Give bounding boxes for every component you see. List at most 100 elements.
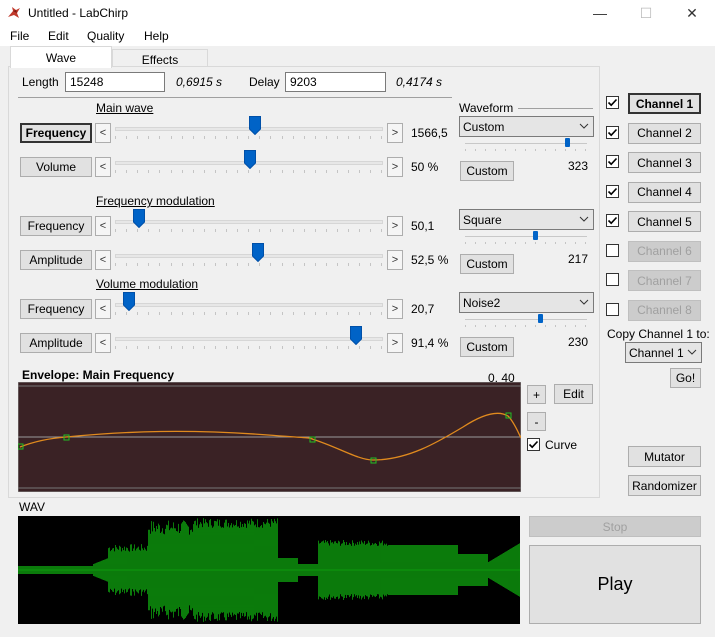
waveform-slider-thumb[interactable] (533, 231, 539, 240)
close-button[interactable]: ✕ (669, 0, 715, 26)
menu-help[interactable]: Help (144, 29, 169, 43)
slider-thumb[interactable] (251, 243, 264, 265)
channel-button-8[interactable]: Channel 8 (628, 299, 701, 321)
envelope-remove-button[interactable]: - (527, 412, 546, 431)
param-button-5[interactable]: Amplitude (20, 333, 92, 353)
slider-tick (214, 136, 216, 139)
waveform-select-2[interactable]: Noise2 (459, 292, 594, 313)
waveform-custom-button[interactable]: Custom (460, 254, 514, 274)
slider-left-arrow[interactable]: < (95, 216, 111, 236)
param-button-1[interactable]: Volume (20, 157, 92, 177)
slider-left-arrow[interactable]: < (95, 299, 111, 319)
channel-button-3[interactable]: Channel 3 (628, 152, 701, 173)
channel-checkbox-7[interactable] (606, 273, 619, 286)
slider-right-arrow[interactable]: > (387, 250, 403, 270)
slider-track[interactable] (115, 303, 383, 307)
slider-thumb[interactable] (249, 116, 262, 138)
delay-field[interactable]: 9203 (285, 72, 386, 92)
slider-thumb-icon[interactable] (251, 243, 264, 263)
param-button-4[interactable]: Frequency (20, 299, 92, 319)
channel-button-2[interactable]: Channel 2 (628, 122, 701, 144)
waveform-select-value: Noise2 (463, 295, 501, 310)
stop-button[interactable]: Stop (529, 516, 701, 537)
channel-checkbox-2[interactable] (606, 125, 619, 139)
maximize-button[interactable]: ☐ (623, 0, 669, 26)
channel-checkbox-5[interactable] (606, 214, 619, 227)
slider-thumb-icon[interactable] (122, 292, 135, 312)
slider-thumb[interactable] (349, 326, 362, 348)
slider-right-arrow[interactable]: > (387, 123, 403, 143)
slider-tick (314, 229, 316, 232)
param-button-3[interactable]: Amplitude (20, 250, 92, 270)
waveform-custom-button[interactable]: Custom (460, 337, 514, 357)
channel-button-1[interactable]: Channel 1 (628, 93, 701, 114)
slider-right-arrow[interactable]: > (387, 157, 403, 177)
go-button[interactable]: Go! (670, 368, 701, 388)
slider-right-arrow[interactable]: > (387, 216, 403, 236)
slider-track[interactable] (115, 337, 383, 341)
channel-button-4[interactable]: Channel 4 (628, 181, 701, 203)
menu-edit[interactable]: Edit (48, 29, 69, 43)
slider-left-arrow[interactable]: < (95, 333, 111, 353)
slider-tick (281, 229, 283, 232)
mutator-button[interactable]: Mutator (628, 446, 701, 467)
menu-quality[interactable]: Quality (87, 29, 124, 43)
channel-checkbox-4[interactable] (606, 184, 619, 198)
slider-value: 50,1 (411, 219, 435, 233)
wav-label: WAV (19, 500, 45, 514)
channel-checkbox-8[interactable] (606, 302, 619, 316)
waveform-slider-track[interactable] (465, 236, 587, 237)
slider-tick (203, 170, 205, 173)
waveform-slider-track[interactable] (465, 319, 587, 320)
slider-thumb-icon[interactable] (349, 326, 362, 346)
envelope-add-button[interactable]: + (527, 385, 546, 404)
slider-left-arrow[interactable]: < (95, 157, 111, 177)
slider-thumb-icon[interactable] (133, 209, 146, 229)
waveform-slider-thumb[interactable] (538, 314, 544, 323)
envelope-edit-button[interactable]: Edit (554, 384, 593, 404)
copy-channel-select[interactable]: Channel 1 (625, 342, 702, 363)
slider-thumb[interactable] (133, 209, 146, 231)
waveform-select-1[interactable]: Square (459, 209, 594, 230)
slider-tick (359, 170, 361, 173)
param-button-2[interactable]: Frequency (20, 216, 92, 236)
play-button[interactable]: Play (529, 545, 701, 624)
length-field[interactable]: 15248 (65, 72, 165, 92)
channel-button-5[interactable]: Channel 5 (628, 211, 701, 232)
menu-file[interactable]: File (10, 29, 29, 43)
slider-tick (303, 229, 305, 232)
slider-thumb-icon[interactable] (244, 150, 256, 170)
slider-tick (281, 136, 283, 139)
slider-thumb[interactable] (122, 292, 135, 314)
param-button-0[interactable]: Frequency (20, 123, 92, 143)
freq-mod-header: Frequency modulation (96, 194, 215, 208)
checkmark-icon (607, 216, 618, 225)
slider-track[interactable] (115, 220, 383, 224)
channel-checkbox-6[interactable] (606, 243, 619, 257)
channel-button-6[interactable]: Channel 6 (628, 240, 701, 262)
slider-left-arrow[interactable]: < (95, 250, 111, 270)
slider-tick (192, 263, 194, 266)
slider-tick (325, 346, 327, 349)
waveform-select-0[interactable]: Custom (459, 116, 594, 137)
slider-right-arrow[interactable]: > (387, 299, 403, 319)
randomizer-button[interactable]: Randomizer (628, 475, 701, 496)
envelope-editor[interactable] (18, 382, 521, 492)
slider-right-arrow[interactable]: > (387, 333, 403, 353)
channel-checkbox-3[interactable] (606, 155, 619, 168)
slider-left-arrow[interactable]: < (95, 123, 111, 143)
waveform-custom-button[interactable]: Custom (460, 161, 514, 181)
minimize-button[interactable]: — (577, 0, 623, 26)
slider-thumb[interactable] (244, 150, 256, 172)
slider-tick (303, 263, 305, 266)
channel-button-7[interactable]: Channel 7 (628, 270, 701, 291)
tab-wave[interactable]: Wave (10, 46, 112, 68)
channel-checkbox-1[interactable] (606, 96, 619, 109)
slider-track[interactable] (115, 254, 383, 258)
slider-tick (325, 263, 327, 266)
slider-tick (314, 263, 316, 266)
slider-thumb-icon[interactable] (249, 116, 262, 136)
waveform-slider-thumb[interactable] (565, 138, 571, 147)
curve-checkbox[interactable] (527, 438, 540, 451)
slider-tick (214, 346, 216, 349)
